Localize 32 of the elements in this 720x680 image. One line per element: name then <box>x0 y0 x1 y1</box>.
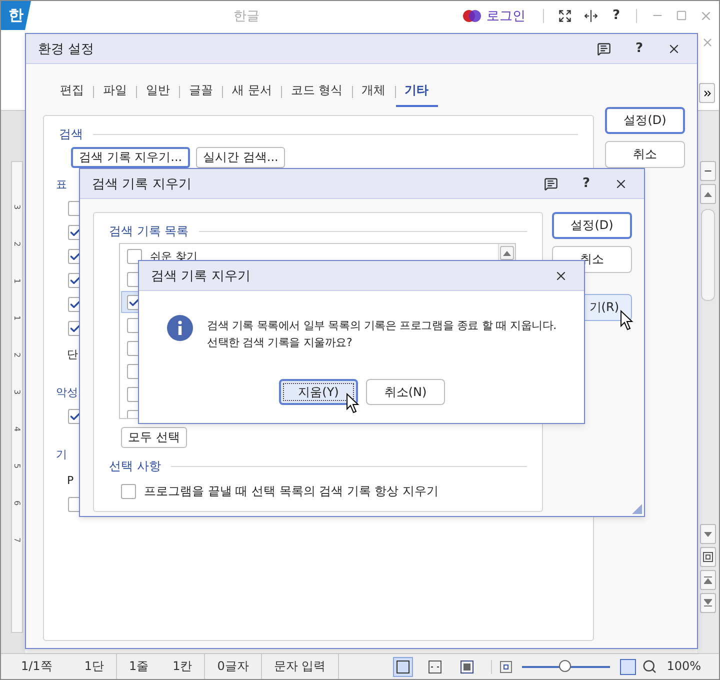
status-text: 1/1쪽 <box>20 658 54 675</box>
app-logo: 한 <box>1 1 31 30</box>
message-text: 검색 기록 목록에서 일부 목록의 기록은 프로그램을 종료 할 때 지웁니다. 선택한 검색 기록을 지울까요? <box>207 318 556 351</box>
section-heading: 기 <box>56 446 67 462</box>
status-text: 1칸 <box>160 654 206 679</box>
section-heading: 선택 사항 <box>109 458 161 474</box>
option-label: 프로그램을 끝낼 때 선택 목록의 검색 기록 항상 지우기 <box>144 482 439 500</box>
ruler-number: 1 <box>12 315 22 321</box>
ruler-number: 7 <box>12 537 22 543</box>
window-title: 한글 <box>232 8 261 24</box>
section-heading: 악성 <box>56 384 78 400</box>
section-heading: 표 <box>56 176 67 192</box>
dialog-title: 검색 기록 지우기 <box>92 176 192 192</box>
option-label: P <box>67 474 74 486</box>
ruler-number: 1 <box>12 278 22 284</box>
status-text: 문자 입력 <box>262 654 339 679</box>
ruler-number: 2 <box>12 241 22 247</box>
status-text: 1단 <box>72 654 117 679</box>
dialog-title: 검색 기록 지우기 <box>151 268 252 284</box>
status-text: 1줄 <box>128 658 150 675</box>
ruler-number: 5 <box>12 463 22 469</box>
dialog-title: 환경 설정 <box>38 40 96 58</box>
ruler-number: 4 <box>12 426 22 432</box>
ruler-number: 6 <box>12 500 22 506</box>
ruler-number: 2 <box>12 352 22 358</box>
section-heading: 검색 기록 목록 <box>109 222 189 240</box>
ruler-number: 3 <box>12 389 22 395</box>
ruler-number: 3 <box>12 204 22 210</box>
zoom-value: 100% <box>666 658 702 675</box>
section-heading: 검색 <box>59 126 83 142</box>
status-text: 0글자 <box>205 654 262 679</box>
option-label: 단 <box>67 346 78 362</box>
